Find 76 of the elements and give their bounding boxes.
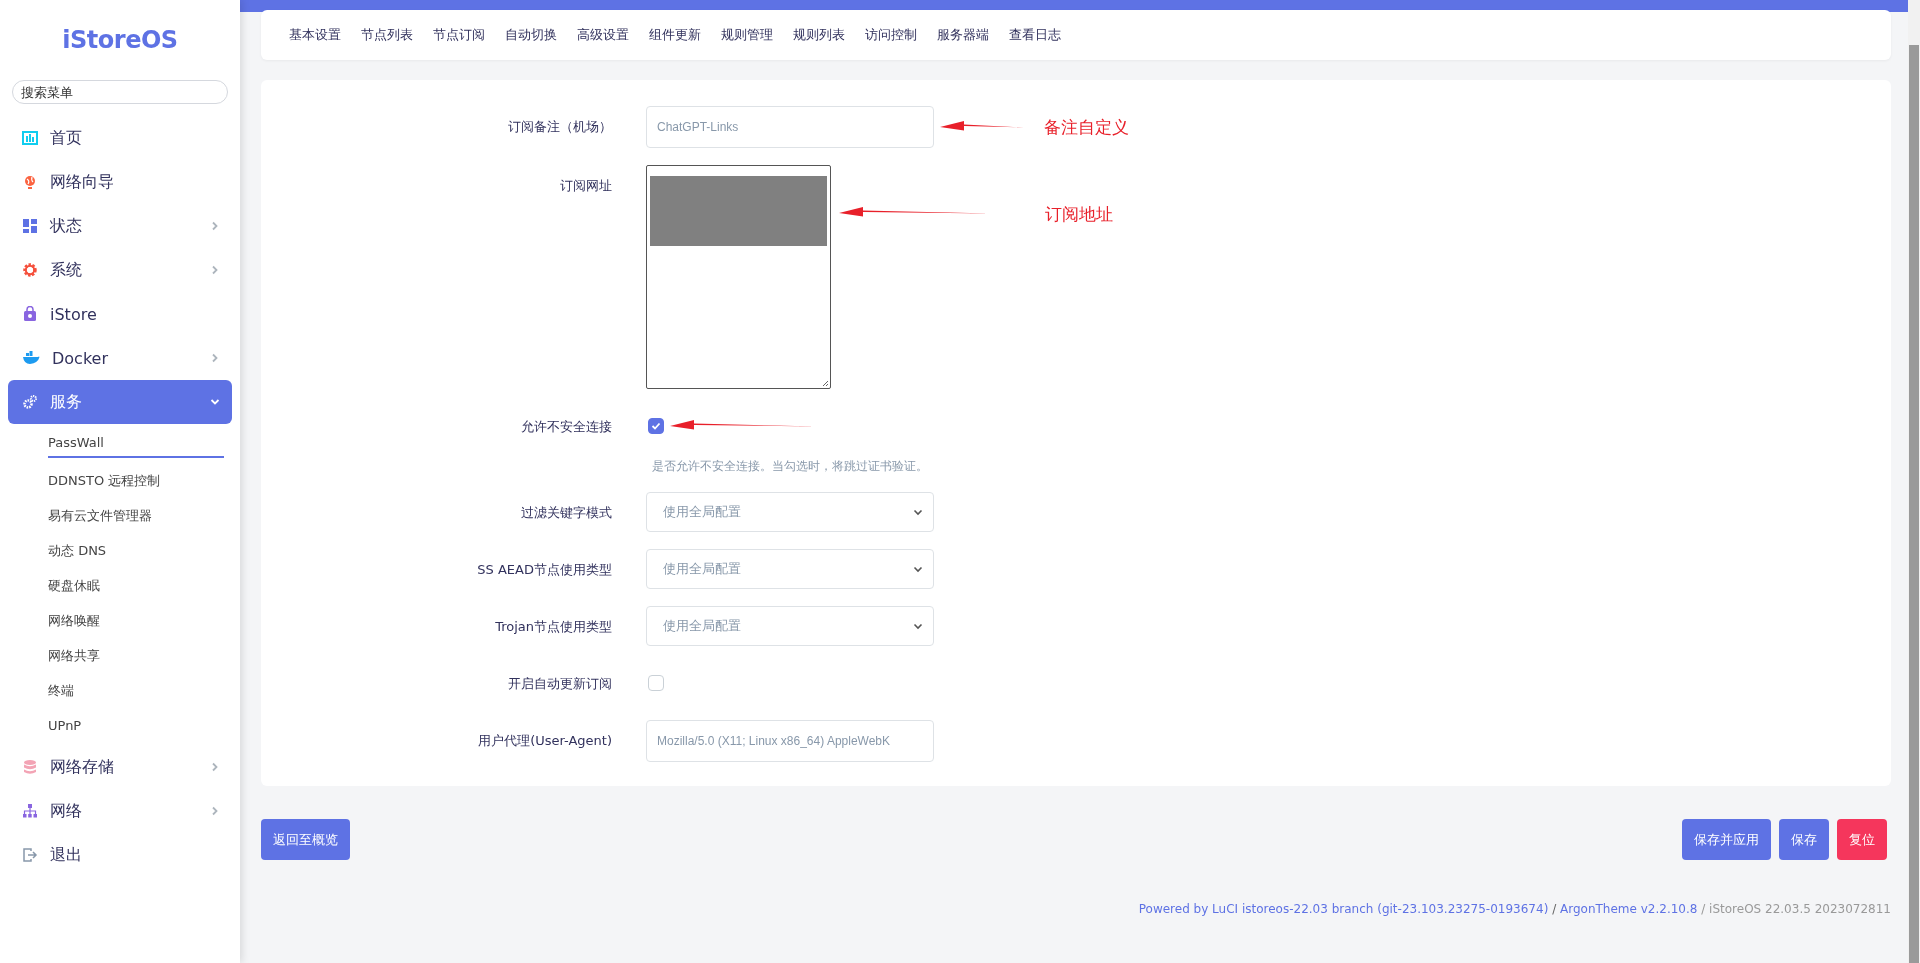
- menu-item[interactable]: 网络: [8, 789, 232, 833]
- submenu-item[interactable]: 网络共享: [48, 638, 224, 673]
- scrollbar[interactable]: [1909, 45, 1919, 963]
- globe-icon: [22, 174, 38, 190]
- chevron-icon: [913, 507, 923, 517]
- field-label: 订阅网址: [559, 177, 612, 195]
- back-button[interactable]: 返回至概览: [261, 819, 350, 860]
- checkbox[interactable]: [648, 418, 664, 434]
- field-label: 允许不安全连接: [520, 418, 612, 436]
- check-icon: [651, 421, 661, 431]
- tab[interactable]: 节点订阅: [423, 22, 495, 48]
- save-button[interactable]: 保存: [1779, 819, 1829, 860]
- chevron-icon: [210, 806, 220, 816]
- chevron-icon: [913, 621, 923, 631]
- menu-item[interactable]: 服务: [8, 380, 232, 424]
- field-label: Trojan节点使用类型: [494, 618, 612, 636]
- field-label: 开启自动更新订阅: [507, 675, 612, 693]
- field-label: 订阅备注（机场）: [507, 118, 612, 136]
- submenu-item[interactable]: UPnP: [48, 708, 224, 743]
- text-field[interactable]: ChatGPT-Links: [646, 106, 934, 148]
- chevron-icon: [913, 564, 923, 574]
- submenu-item[interactable]: DDNSTO 远程控制: [48, 463, 224, 498]
- tab[interactable]: 节点列表: [351, 22, 423, 48]
- submenu-item[interactable]: 易有云文件管理器: [48, 498, 224, 533]
- footer-link[interactable]: ArgonTheme v2.2.10.8: [1560, 902, 1698, 916]
- annotation-text: 订阅地址: [1045, 203, 1113, 226]
- tab[interactable]: 服务器端: [927, 22, 999, 48]
- menu-item[interactable]: Docker: [8, 336, 232, 380]
- search-field[interactable]: 搜索菜单: [12, 80, 228, 104]
- chevron-icon: [210, 221, 220, 231]
- logo: iStoreOS: [62, 26, 178, 54]
- network-tree-icon: [22, 803, 38, 819]
- database-icon: [22, 759, 38, 775]
- tab[interactable]: 高级设置: [567, 22, 639, 48]
- chevron-icon: [210, 353, 220, 363]
- gear-icon: [22, 262, 38, 278]
- submenu-item[interactable]: 动态 DNS: [48, 533, 224, 568]
- submenu-item[interactable]: 硬盘休眠: [48, 568, 224, 603]
- menu-item[interactable]: 状态: [8, 204, 232, 248]
- whale-icon: [22, 351, 40, 365]
- submenu-item[interactable]: PassWall: [48, 428, 224, 458]
- text-field[interactable]: Mozilla/5.0 (X11; Linux x86_64) AppleWebK: [646, 720, 934, 762]
- bag-icon: [22, 306, 38, 322]
- chevron-icon: [210, 265, 220, 275]
- tab[interactable]: 规则管理: [711, 22, 783, 48]
- submenu-item[interactable]: 终端: [48, 673, 224, 708]
- field-label: 用户代理(User-Agent): [477, 732, 612, 750]
- dashboard-icon: [22, 218, 38, 234]
- save-button[interactable]: 保存并应用: [1682, 819, 1771, 860]
- logout-icon: [22, 847, 38, 863]
- menu-item[interactable]: 系统: [8, 248, 232, 292]
- field-description: 是否允许不安全连接。当勾选时，将跳过证书验证。: [651, 458, 928, 475]
- menu-item[interactable]: 网络存储: [8, 745, 232, 789]
- gears-icon: [22, 394, 38, 410]
- tab[interactable]: 自动切换: [495, 22, 567, 48]
- field-label: SS AEAD节点使用类型: [476, 561, 612, 579]
- footer-text: Powered by LuCI istoreos-22.03 branch (git-23.103.23275-0193674) / ArgonTheme v2.2.10.8 / iStoreOS 22.03.5 2023072811: [1138, 902, 1891, 916]
- bar-chart-icon: [22, 130, 38, 146]
- chevron-icon: [210, 762, 220, 772]
- tab[interactable]: 规则列表: [783, 22, 855, 48]
- tab[interactable]: 基本设置: [279, 22, 351, 48]
- annotation-text: 备注自定义: [1044, 115, 1129, 139]
- tab[interactable]: 查看日志: [999, 22, 1071, 48]
- textarea-field[interactable]: [646, 165, 831, 389]
- chevron-icon: [210, 397, 220, 407]
- reset-button[interactable]: 复位: [1837, 819, 1887, 860]
- resize-grip-icon: [821, 379, 829, 387]
- menu-item[interactable]: 退出: [8, 833, 232, 877]
- footer-link[interactable]: Powered by LuCI istoreos-22.03 branch (git-23.103.23275-0193674): [1138, 902, 1549, 916]
- field-label: 过滤关键字模式: [520, 504, 612, 522]
- tab[interactable]: 访问控制: [855, 22, 927, 48]
- submenu-item[interactable]: 网络唤醒: [48, 603, 224, 638]
- tab[interactable]: 组件更新: [639, 22, 711, 48]
- menu-item[interactable]: iStore: [8, 292, 232, 336]
- menu-item[interactable]: 首页: [8, 116, 232, 160]
- menu-item[interactable]: 网络向导: [8, 160, 232, 204]
